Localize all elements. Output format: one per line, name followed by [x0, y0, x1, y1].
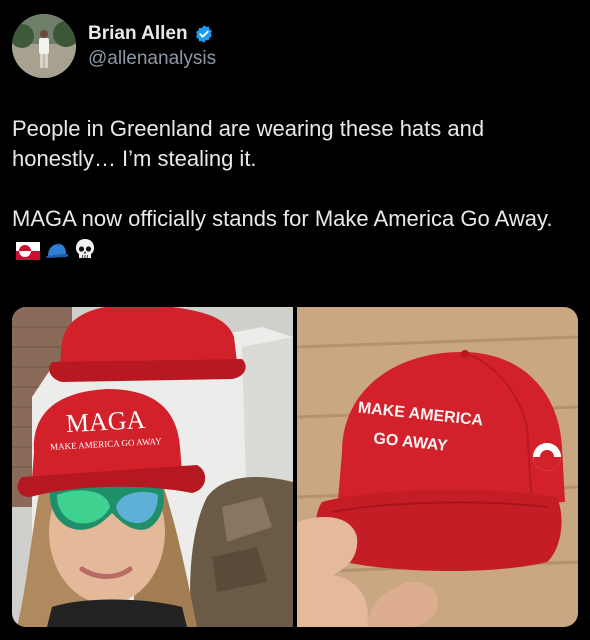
- blue-cap-icon: [44, 238, 70, 268]
- media-grid: MAGA MAKE AMERICA GO AWAY MAKE AMERICA G…: [12, 307, 578, 627]
- tweet-paragraph-1: People in Greenland are wearing these ha…: [12, 116, 485, 171]
- tweet-text: People in Greenland are wearing these ha…: [12, 114, 572, 268]
- tweet-header: Brian Allen @allenanalysis: [12, 14, 216, 78]
- tweet-paragraph-2-text: MAGA now officially stands for Make Amer…: [12, 206, 553, 231]
- greenland-flag-patch-icon: [533, 443, 561, 471]
- skull-icon: [74, 238, 96, 268]
- verified-badge-icon: [194, 24, 214, 44]
- greenland-flag-icon: [16, 238, 40, 268]
- avatar[interactable]: [12, 14, 76, 78]
- photo-left[interactable]: MAGA MAKE AMERICA GO AWAY: [12, 307, 293, 627]
- handle[interactable]: @allenanalysis: [88, 48, 216, 70]
- left-hat-text-line1: MAGA: [65, 405, 146, 438]
- display-name[interactable]: Brian Allen: [88, 23, 188, 45]
- tweet-paragraph-2: MAGA now officially stands for Make Amer…: [12, 204, 572, 268]
- photo-right[interactable]: MAKE AMERICA GO AWAY: [297, 307, 578, 627]
